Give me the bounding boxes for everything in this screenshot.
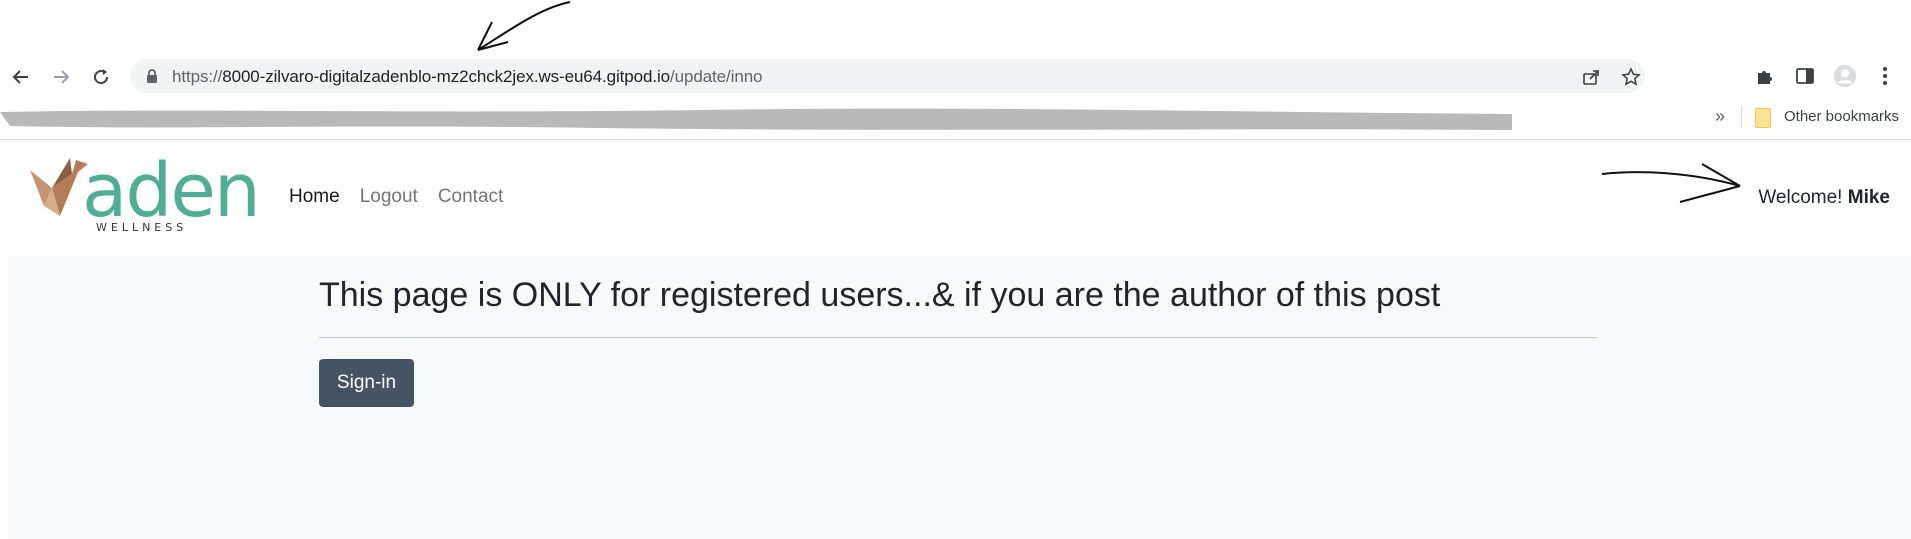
user-name: Mike — [1847, 187, 1890, 208]
brand-subtitle: WELLNESS — [96, 221, 188, 234]
arrow-right-icon — [54, 70, 70, 84]
main-content: This page is ONLY for registered users..… — [8, 256, 1911, 539]
bookmarks-overflow-button[interactable]: » — [1715, 106, 1725, 127]
reload-button[interactable] — [88, 64, 114, 90]
brand-logo[interactable]: aden WELLNESS — [30, 148, 261, 238]
puzzle-icon — [1758, 71, 1772, 84]
side-panel-icon — [1796, 68, 1814, 84]
folder-icon — [1755, 108, 1771, 128]
welcome-message: Welcome! Mike — [1758, 187, 1890, 209]
nav-home-link[interactable]: Home — [289, 186, 340, 208]
page-heading: This page is ONLY for registered users..… — [319, 276, 1441, 314]
arrow-left-icon — [12, 70, 28, 84]
other-bookmarks-link[interactable]: Other bookmarks — [1784, 108, 1899, 125]
back-button[interactable] — [8, 64, 34, 90]
main-nav: Home Logout Contact — [289, 186, 503, 208]
origami-bird-logo-icon — [30, 158, 88, 216]
nav-logout-link[interactable]: Logout — [360, 186, 418, 208]
browser-menu-button[interactable] — [1873, 64, 1897, 88]
nav-contact-link[interactable]: Contact — [438, 186, 503, 208]
profile-icon — [1833, 64, 1857, 88]
heading-divider — [319, 337, 1598, 338]
bookmarks-divider — [1741, 106, 1742, 128]
lock-icon — [147, 69, 157, 83]
bookmark-star-button[interactable] — [1620, 66, 1642, 88]
share-button[interactable] — [1580, 66, 1602, 88]
annotation-arrow-right — [1601, 163, 1741, 203]
address-bar[interactable]: https://8000-zilvaro-digitalzadenblo-mz2… — [130, 59, 1645, 93]
sign-in-button[interactable]: Sign-in — [319, 359, 414, 407]
star-icon — [1621, 67, 1641, 86]
reload-icon — [94, 69, 109, 85]
browser-toolbar: https://8000-zilvaro-digitalzadenblo-mz2… — [0, 56, 1911, 96]
kebab-menu-icon — [1883, 67, 1887, 85]
url-text[interactable]: https://8000-zilvaro-digitalzadenblo-mz2… — [172, 67, 763, 87]
forward-button[interactable] — [48, 64, 74, 90]
share-icon — [1583, 70, 1599, 85]
redaction-scribble — [0, 108, 1512, 130]
side-panel-button[interactable] — [1793, 64, 1817, 88]
annotation-arrow-top — [477, 1, 571, 51]
profile-button[interactable] — [1833, 64, 1857, 88]
welcome-prefix: Welcome! — [1758, 187, 1843, 208]
extensions-button[interactable] — [1753, 64, 1777, 88]
